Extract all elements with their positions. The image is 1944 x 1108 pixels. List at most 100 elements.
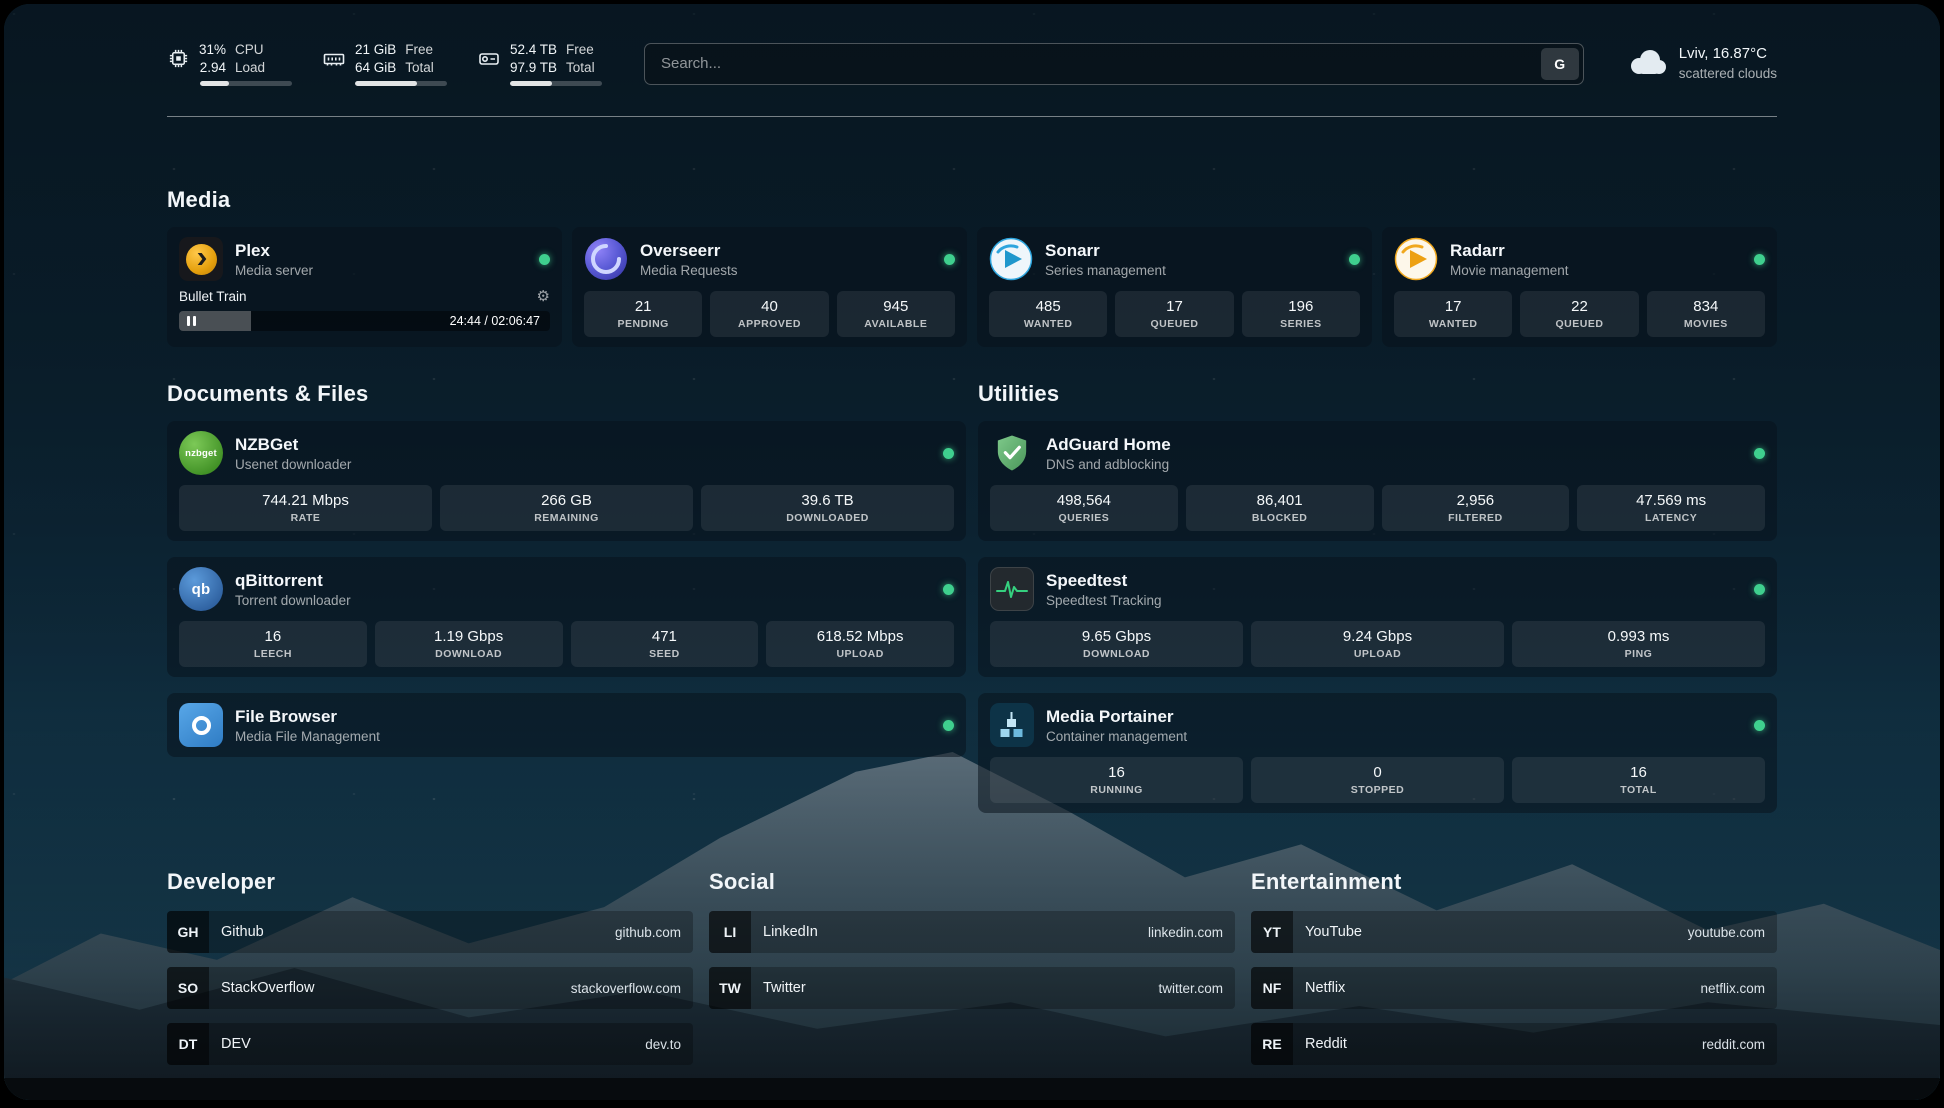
stat-remaining: 266 GB REMAINING [440,485,693,531]
cpu-usage-value: 31% [199,41,226,59]
reddit-icon: RE [1251,1023,1293,1065]
memory-widget-row: 21 GiB 64 GiB Free Total [322,41,447,76]
playback-progress-bar[interactable]: 24:44 / 02:06:47 [179,311,550,331]
bookmark-sections: Developer GH Github github.com SO StackO… [167,869,1777,1065]
bookmark-url: github.com [615,925,681,940]
bookmark-youtube[interactable]: YT YouTube youtube.com [1251,911,1777,953]
hard-drive-icon [477,47,501,71]
weather-text: Lviv, 16.87°C scattered clouds [1679,44,1777,82]
media-card-grid: Plex Media server Bullet Train ⚙ [167,227,1777,347]
stat-ping: 0.993 ms PING [1512,621,1765,667]
section-title-utilities: Utilities [978,381,1777,407]
cpu-load-value: 2.94 [199,59,226,77]
nzbget-name: NZBGet [235,435,351,455]
dashboard-screen: 31% 2.94 CPU Load [4,4,1940,1100]
stat-queued: 22 QUEUED [1520,291,1638,337]
nzbget-titles: NZBGet Usenet downloader [235,435,351,472]
stat-latency: 47.569 ms LATENCY [1577,485,1765,531]
service-card-sonarr[interactable]: Sonarr Series management 485 WANTED 17 Q… [977,227,1372,347]
stat-label: LATENCY [1581,512,1761,524]
disk-label-bottom: Total [566,59,595,77]
radarr-name: Radarr [1450,241,1569,261]
stat-stopped: 0 STOPPED [1251,757,1504,803]
bookmark-name: DEV [221,1036,251,1052]
bookmark-stackoverflow[interactable]: SO StackOverflow stackoverflow.com [167,967,693,1009]
stat-label: REMAINING [444,512,689,524]
documents-card-stack: nzbget NZBGet Usenet downloader 744.21 M… [167,421,966,757]
memory-label-top: Free [405,41,434,59]
stat-queued: 17 QUEUED [1115,291,1233,337]
filebrowser-card-header: File Browser Media File Management [179,703,954,747]
bookmark-netflix[interactable]: NF Netflix netflix.com [1251,967,1777,1009]
bookmark-twitter[interactable]: TW Twitter twitter.com [709,967,1235,1009]
disk-free-value: 52.4 TB [510,41,557,59]
sonarr-stats: 485 WANTED 17 QUEUED 196 SERIES [989,291,1360,337]
plex-now-playing: Bullet Train ⚙ 24:44 / 02:06:47 [179,289,550,331]
stat-value: 16 [1516,764,1761,781]
social-links: LI LinkedIn linkedin.com TW Twitter twit… [709,911,1235,1009]
filebrowser-titles: File Browser Media File Management [235,707,380,744]
filebrowser-status-dot [943,720,954,731]
bookmark-dev[interactable]: DT DEV dev.to [167,1023,693,1065]
adguard-stats: 498,564 QUERIES 86,401 BLOCKED 2,956 FIL… [990,485,1765,531]
cpu-widget-row: 31% 2.94 CPU Load [167,41,292,76]
stat-value: 498,564 [994,492,1174,509]
gear-icon[interactable]: ⚙ [537,289,550,304]
bookmark-url: linkedin.com [1148,925,1223,940]
stat-leech: 16 LEECH [179,621,367,667]
service-card-qbittorrent[interactable]: qb qBittorrent Torrent downloader 16 [167,557,966,677]
weather-condition: scattered clouds [1679,65,1777,83]
adguard-card-header: AdGuard Home DNS and adblocking [990,431,1765,475]
overseerr-titles: Overseerr Media Requests [640,241,738,278]
stat-filtered: 2,956 FILTERED [1382,485,1570,531]
plex-card-header: Plex Media server [179,237,550,281]
stat-value: 17 [1119,298,1229,315]
bookmark-url: youtube.com [1688,925,1765,940]
adguard-shield-icon [990,431,1034,475]
sonarr-card-header: Sonarr Series management [989,237,1360,281]
netflix-icon: NF [1251,967,1293,1009]
service-card-adguard[interactable]: AdGuard Home DNS and adblocking 498,564 … [978,421,1777,541]
cpu-label-bottom: Load [235,59,265,77]
radarr-icon [1394,237,1438,281]
bookmark-reddit[interactable]: RE Reddit reddit.com [1251,1023,1777,1065]
disk-total-value: 97.9 TB [510,59,557,77]
stat-label: MOVIES [1651,318,1761,330]
entertainment-links: YT YouTube youtube.com NF Netflix netfli… [1251,911,1777,1065]
service-card-overseerr[interactable]: Overseerr Media Requests 21 PENDING 40 A… [572,227,967,347]
pause-icon[interactable] [187,316,196,326]
stat-label: DOWNLOADED [705,512,950,524]
service-card-nzbget[interactable]: nzbget NZBGet Usenet downloader 744.21 M… [167,421,966,541]
stat-value: 744.21 Mbps [183,492,428,509]
qbittorrent-description: Torrent downloader [235,593,351,608]
portainer-titles: Media Portainer Container management [1046,707,1187,744]
bookmark-url: netflix.com [1700,981,1765,996]
filebrowser-description: Media File Management [235,729,380,744]
memory-icon [322,47,346,71]
stat-upload: 9.24 Gbps UPLOAD [1251,621,1504,667]
portainer-name: Media Portainer [1046,707,1187,727]
nzbget-icon: nzbget [179,431,223,475]
service-card-filebrowser[interactable]: File Browser Media File Management [167,693,966,757]
bookmark-linkedin[interactable]: LI LinkedIn linkedin.com [709,911,1235,953]
portainer-crane-icon [990,703,1034,747]
stat-label: DOWNLOAD [379,648,559,660]
stat-value: 47.569 ms [1581,492,1761,509]
speedtest-description: Speedtest Tracking [1046,593,1162,608]
nzbget-card-header: nzbget NZBGet Usenet downloader [179,431,954,475]
overseerr-stats: 21 PENDING 40 APPROVED 945 AVAILABLE [584,291,955,337]
disk-usage-bar-fill [510,81,552,86]
qbittorrent-status-dot [943,584,954,595]
service-card-speedtest[interactable]: Speedtest Speedtest Tracking 9.65 Gbps D… [978,557,1777,677]
cpu-icon [167,47,190,70]
filebrowser-name: File Browser [235,707,380,727]
search-input[interactable] [644,43,1584,85]
search-provider-button[interactable]: G [1541,48,1579,80]
nzbget-icon-label: nzbget [185,448,217,459]
overseerr-icon [584,237,628,281]
service-card-plex[interactable]: Plex Media server Bullet Train ⚙ [167,227,562,347]
service-card-portainer[interactable]: Media Portainer Container management 16 … [978,693,1777,813]
service-card-radarr[interactable]: Radarr Movie management 17 WANTED 22 QUE… [1382,227,1777,347]
bookmark-github[interactable]: GH Github github.com [167,911,693,953]
stat-label: WANTED [1398,318,1508,330]
